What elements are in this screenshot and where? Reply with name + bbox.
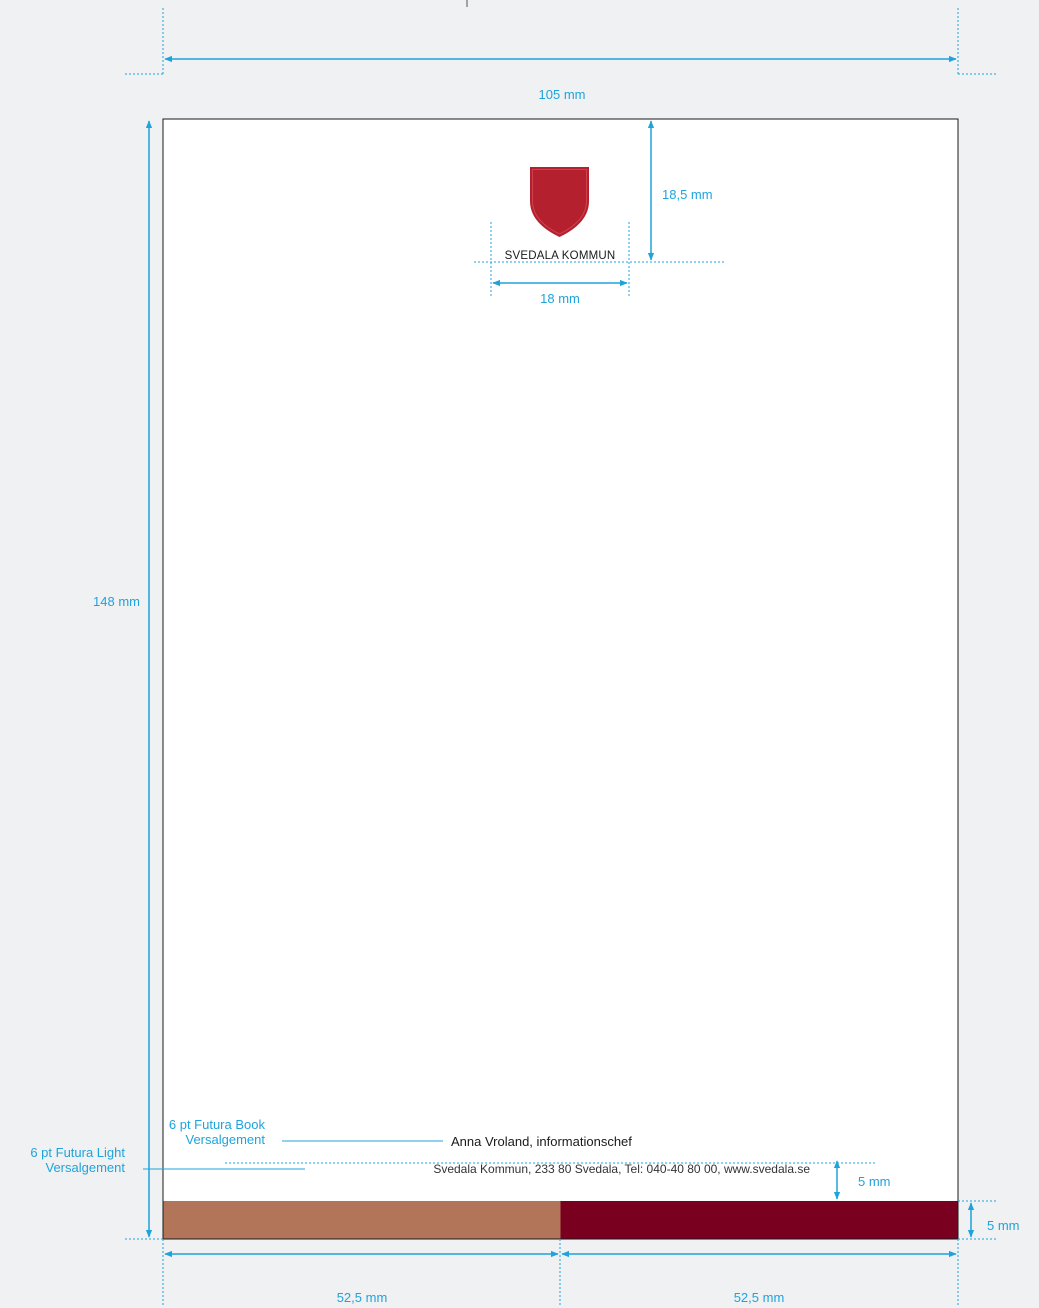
paper-width-label: 105 mm	[538, 87, 586, 102]
name-font-line2: Versalgement	[185, 1132, 266, 1147]
address-line: Svedala Kommun, 233 80 Svedala, Tel: 040…	[433, 1162, 810, 1176]
band-left-width-label: 52,5 mm	[336, 1290, 388, 1305]
spec-graphics	[125, 0, 996, 1305]
address-font-line1: 6 pt Futura Light	[30, 1145, 125, 1160]
address-font-annotation: 6 pt Futura Light Versalgement	[0, 1145, 125, 1175]
logo-top-label: 18,5 mm	[662, 187, 713, 202]
band-right-width-label: 52,5 mm	[733, 1290, 785, 1305]
logo-text: SVEDALA KOMMUN	[504, 250, 616, 262]
band-height-label: 5 mm	[987, 1218, 1020, 1233]
paper-height-label: 148 mm	[93, 594, 140, 609]
name-line: Anna Vroland, informationschef	[451, 1134, 632, 1149]
band-right	[560, 1201, 958, 1239]
name-font-line1: 6 pt Futura Book	[168, 1117, 265, 1132]
logo-width-label: 18 mm	[540, 291, 580, 306]
name-font-annotation: 6 pt Futura Book Versalgement	[140, 1117, 265, 1147]
text-to-band-label: 5 mm	[858, 1174, 891, 1189]
band-left	[163, 1201, 561, 1239]
paper	[162, 118, 959, 1240]
letterhead-spec: 105 mm 148 mm 18,5 mm 18 mm 5 mm 5 mm 52…	[0, 0, 1039, 1308]
address-font-line2: Versalgement	[45, 1160, 126, 1175]
